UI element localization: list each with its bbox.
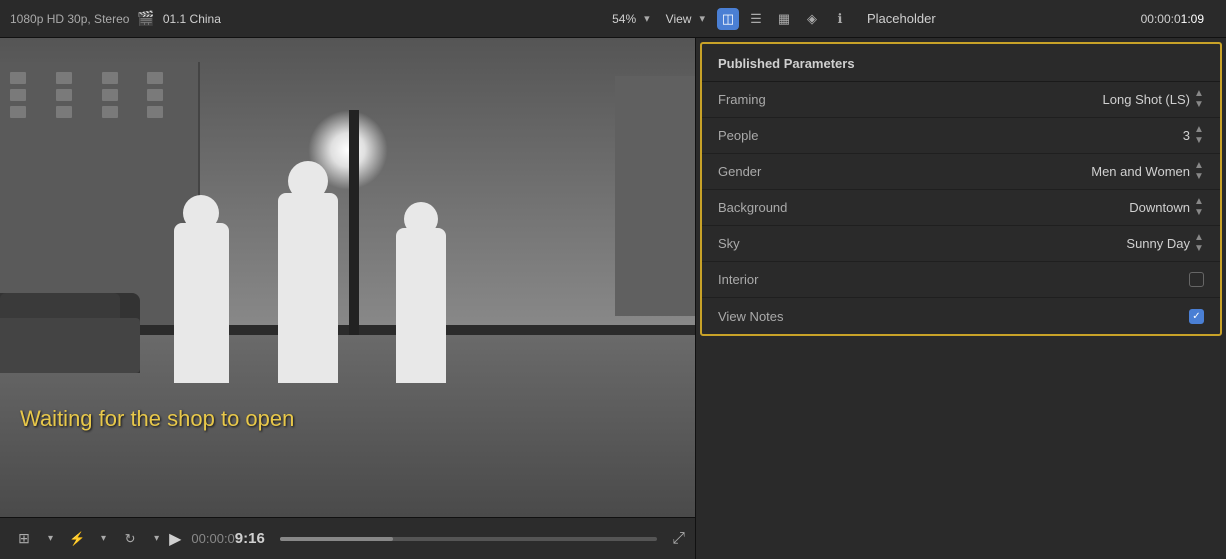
param-row-background: Background Downtown ▲ ▼: [702, 190, 1220, 226]
param-row-sky: Sky Sunny Day ▲ ▼: [702, 226, 1220, 262]
video-canvas: Waiting for the shop to open: [0, 38, 695, 517]
timecode-current: 1:09: [1181, 12, 1204, 26]
framing-value: Long Shot (LS) ▲ ▼: [878, 89, 1204, 110]
view-notes-value: ✓: [878, 309, 1204, 324]
video-info: 1080p HD 30p, Stereo: [10, 12, 129, 26]
interior-checkbox[interactable]: [1189, 272, 1204, 287]
window: [147, 72, 163, 84]
timeline-scrubber[interactable]: [280, 537, 657, 541]
sky-stepper[interactable]: ▲ ▼: [1194, 233, 1204, 254]
people-label: People: [718, 128, 878, 143]
inspector-panel: Published Parameters Framing Long Shot (…: [695, 38, 1226, 559]
layout-icon[interactable]: ⊞: [10, 528, 38, 550]
scrubber-fill: [280, 537, 393, 541]
background-stepper[interactable]: ▲ ▼: [1194, 197, 1204, 218]
zoom-level[interactable]: 54%: [612, 12, 636, 26]
param-row-framing: Framing Long Shot (LS) ▲ ▼: [702, 82, 1220, 118]
play-button[interactable]: ▶: [169, 529, 181, 549]
window: [56, 72, 72, 84]
subtitle-text: Waiting for the shop to open: [20, 406, 294, 432]
background-value: Downtown ▲ ▼: [878, 197, 1204, 218]
car-body: [0, 318, 140, 373]
gender-value: Men and Women ▲ ▼: [878, 161, 1204, 182]
gender-label: Gender: [718, 164, 878, 179]
video-inspector-icon[interactable]: ◫: [717, 8, 739, 30]
car: [0, 293, 140, 373]
top-bar-left: 1080p HD 30p, Stereo 🎬 01.1 China 54% ▾ …: [10, 10, 705, 27]
clip-name: 01.1 China: [163, 12, 221, 26]
people-stepper[interactable]: ▲ ▼: [1194, 125, 1204, 146]
zoom-chevron-icon[interactable]: ▾: [644, 12, 650, 25]
window: [10, 106, 26, 118]
sky-value-text: Sunny Day: [1126, 236, 1190, 251]
info-inspector-icon[interactable]: ℹ: [829, 8, 851, 30]
window: [56, 89, 72, 101]
filmstrip-inspector-icon[interactable]: ▦: [773, 8, 795, 30]
main-area: Waiting for the shop to open ⊞ ▾ ⚡ ▾ ↻ ▾…: [0, 38, 1226, 559]
window: [147, 89, 163, 101]
timecode-display: 00:00:01:09: [1141, 12, 1204, 26]
scene: Waiting for the shop to open: [0, 38, 695, 517]
window: [56, 106, 72, 118]
param-row-people: People 3 ▲ ▼: [702, 118, 1220, 154]
controls-bar: ⊞ ▾ ⚡ ▾ ↻ ▾ ▶ 00:00:09:16 ⤢: [0, 517, 695, 559]
published-params-box: Published Parameters Framing Long Shot (…: [700, 42, 1222, 336]
window: [10, 89, 26, 101]
people-value-text: 3: [1183, 128, 1190, 143]
window: [102, 106, 118, 118]
trim-tool-icon[interactable]: ⚡: [63, 528, 91, 550]
gender-stepper[interactable]: ▲ ▼: [1194, 161, 1204, 182]
playback-timecode: 00:00:09:16: [191, 530, 264, 547]
speed-chevron-icon[interactable]: ▾: [154, 533, 159, 544]
person-silhouette-2: [278, 193, 338, 383]
timecode-static: 00:00:0: [191, 531, 234, 546]
background-label: Background: [718, 200, 878, 215]
param-row-interior: Interior: [702, 262, 1220, 298]
timecode-prefix: 00:00:0: [1141, 12, 1181, 26]
interior-value: [878, 272, 1204, 287]
people-value: 3 ▲ ▼: [878, 125, 1204, 146]
inspector-icon-group: ◫ ☰ ▦ ◈ ℹ: [717, 8, 851, 30]
timecode-bold: 9:16: [235, 530, 265, 547]
param-row-view-notes: View Notes ✓: [702, 298, 1220, 334]
person-silhouette-3: [396, 228, 446, 383]
trim-chevron-icon[interactable]: ▾: [101, 533, 106, 544]
framing-label: Framing: [718, 92, 878, 107]
list-inspector-icon[interactable]: ☰: [745, 8, 767, 30]
placeholder-title: Placeholder: [867, 11, 936, 26]
view-notes-label: View Notes: [718, 309, 878, 324]
published-params-header: Published Parameters: [702, 44, 1220, 82]
speed-icon[interactable]: ↻: [116, 528, 144, 550]
framing-stepper[interactable]: ▲ ▼: [1194, 89, 1204, 110]
view-notes-checkbox[interactable]: ✓: [1189, 309, 1204, 324]
filter-inspector-icon[interactable]: ◈: [801, 8, 823, 30]
film-icon: 🎬: [137, 10, 154, 27]
building-right: [615, 76, 695, 316]
sky-label: Sky: [718, 236, 878, 251]
param-row-gender: Gender Men and Women ▲ ▼: [702, 154, 1220, 190]
sky-value: Sunny Day ▲ ▼: [878, 233, 1204, 254]
top-bar-right: ◫ ☰ ▦ ◈ ℹ Placeholder 00:00:01:09: [705, 8, 1216, 30]
window: [102, 89, 118, 101]
published-parameters-section: Published Parameters Framing Long Shot (…: [702, 44, 1220, 334]
window: [147, 106, 163, 118]
framing-value-text: Long Shot (LS): [1103, 92, 1190, 107]
window: [102, 72, 118, 84]
building-left: [0, 62, 200, 325]
interior-label: Interior: [718, 272, 878, 287]
person-silhouette-1: [174, 223, 229, 383]
video-panel: Waiting for the shop to open ⊞ ▾ ⚡ ▾ ↻ ▾…: [0, 38, 695, 559]
window-grid: [10, 72, 188, 118]
top-bar: 1080p HD 30p, Stereo 🎬 01.1 China 54% ▾ …: [0, 0, 1226, 38]
gender-value-text: Men and Women: [1091, 164, 1190, 179]
background-value-text: Downtown: [1129, 200, 1190, 215]
layout-chevron-icon[interactable]: ▾: [48, 533, 53, 544]
view-button[interactable]: View: [666, 12, 692, 26]
fullscreen-button[interactable]: ⤢: [672, 530, 685, 548]
window: [10, 72, 26, 84]
